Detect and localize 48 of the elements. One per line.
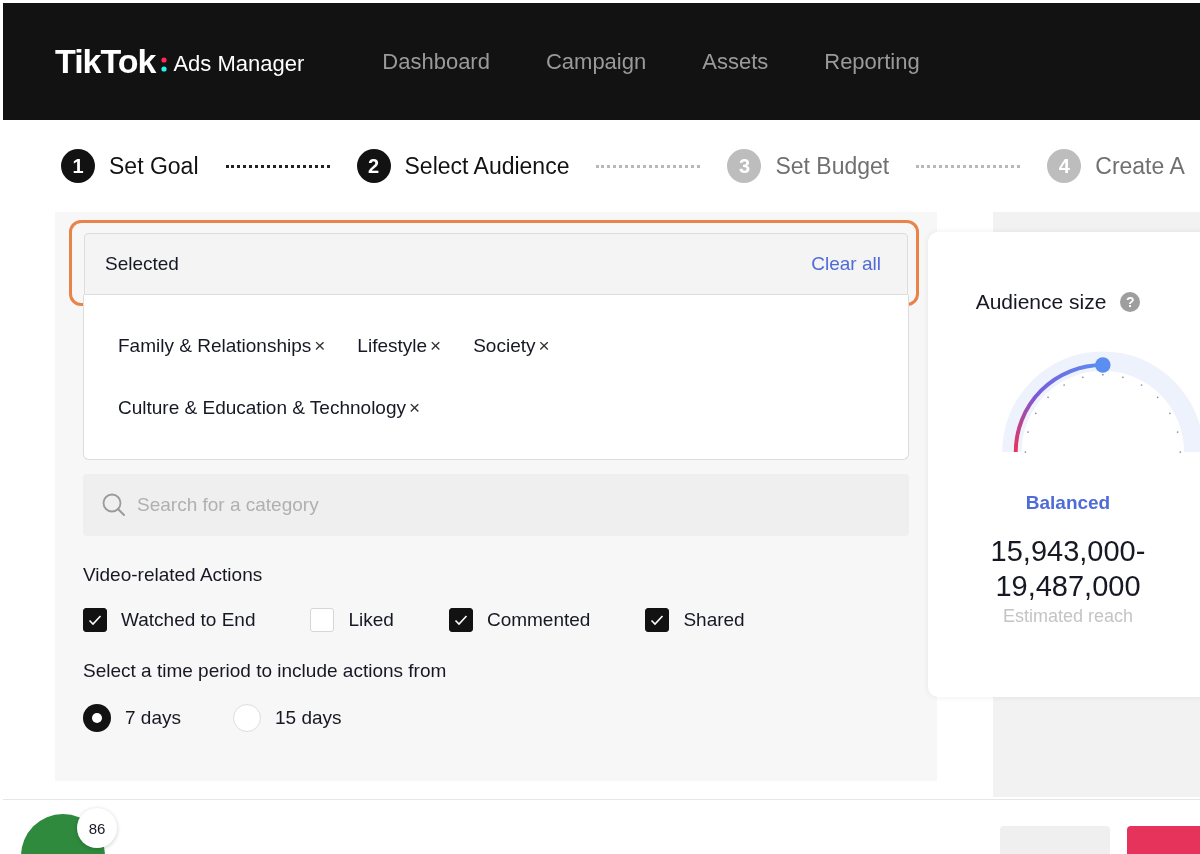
step-number: 1 <box>61 149 95 183</box>
reach-caption: Estimated reach <box>1002 606 1134 627</box>
section-title: Video-related Actions <box>83 564 264 586</box>
check-icon <box>88 614 102 626</box>
step-label: Create A <box>1095 152 1185 180</box>
checkbox-label: Watched to End <box>121 609 256 631</box>
nav-link[interactable]: Dashboard <box>354 48 518 75</box>
status-label: Balanced <box>1025 492 1111 514</box>
product-name: Ads Manager <box>173 51 305 78</box>
remove-tag-button[interactable]: × <box>427 335 442 357</box>
tag-label: Culture & Education & Technology <box>118 397 406 419</box>
section-title: Select a time period to include actions from <box>83 660 448 682</box>
radio-button[interactable] <box>233 704 261 732</box>
count-badge: 86 <box>77 808 117 848</box>
radio-button[interactable] <box>83 704 111 732</box>
card-title: Audience size <box>975 290 1107 314</box>
radio-label: 15 days <box>275 707 342 729</box>
checkbox[interactable] <box>645 608 670 632</box>
step-number: 2 <box>356 149 391 183</box>
nav-link[interactable]: Assets <box>674 48 797 75</box>
step-label: Set Goal <box>109 152 199 180</box>
step-label: Set Budget <box>775 152 890 180</box>
tag-label: Society <box>473 335 536 357</box>
search-icon <box>101 492 127 518</box>
tag-label: Lifestyle <box>357 335 428 357</box>
remove-tag-button[interactable]: × <box>311 335 326 357</box>
reach-value: 15,943,000- 19,487,000 <box>990 534 1146 604</box>
checkbox[interactable] <box>448 608 473 632</box>
remove-tag-button[interactable]: × <box>406 397 421 419</box>
checkbox-label: Shared <box>683 609 745 631</box>
step-label: Select Audience <box>404 152 570 180</box>
checkbox[interactable] <box>83 608 107 632</box>
logo-wordmark: TikTok <box>55 42 156 81</box>
check-icon <box>453 614 468 626</box>
nav-link[interactable]: Campaign <box>517 48 675 75</box>
checkbox-label: Liked <box>348 609 394 631</box>
step-number: 4 <box>1047 149 1082 183</box>
search-field[interactable]: Search for a category <box>83 474 909 536</box>
step-number: 3 <box>727 149 762 183</box>
check-icon <box>650 614 665 626</box>
nav-link[interactable]: Reporting <box>796 48 948 75</box>
logo-dots-icon <box>161 57 168 72</box>
radio-label: 7 days <box>125 707 181 729</box>
tag-label: Family & Relationships <box>118 335 312 357</box>
selected-title: Selected <box>105 253 179 275</box>
clear-all-link[interactable]: Clear all <box>805 252 887 276</box>
checkbox-label: Commented <box>486 609 591 631</box>
remove-tag-button[interactable]: × <box>535 335 550 357</box>
